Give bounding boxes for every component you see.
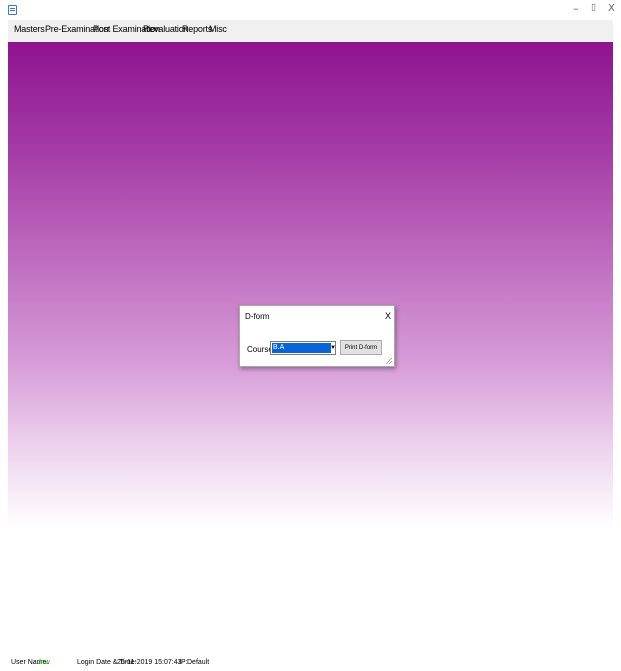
dialog-close-button[interactable]: X [385, 311, 391, 321]
dform-dialog: D-form X Course B.A ▼ Print D-form [239, 305, 395, 367]
menu-misc[interactable]: Misc [209, 24, 227, 34]
course-select[interactable]: B.A ▼ [270, 341, 336, 355]
print-dform-button[interactable]: Print D-form [340, 340, 382, 355]
resize-grip-icon[interactable] [385, 357, 393, 365]
close-button[interactable]: X [608, 3, 615, 14]
menu-bar: Masters Pre-Examination Post Examination… [8, 20, 613, 42]
app-icon [8, 5, 17, 15]
user-name-value: dnw [37, 659, 50, 666]
title-bar: – ▯ X [0, 0, 621, 20]
course-selected-value: B.A [272, 343, 331, 353]
login-datetime-value: 25-11-2019 15:07:43 [117, 659, 182, 666]
dialog-title: D-form [245, 312, 270, 321]
mdi-workspace [8, 42, 613, 528]
status-bar: User Name: dnw Login Date & Time: 25-11-… [0, 655, 621, 671]
minimize-button[interactable]: – [573, 2, 579, 15]
dropdown-arrow-icon[interactable]: ▼ [330, 343, 336, 353]
course-label: Course [247, 345, 273, 354]
menu-masters[interactable]: Masters [14, 24, 45, 34]
menu-reports[interactable]: Reports [182, 24, 212, 34]
restore-button[interactable]: ▯ [591, 3, 596, 13]
ip-value: Default [187, 659, 210, 666]
